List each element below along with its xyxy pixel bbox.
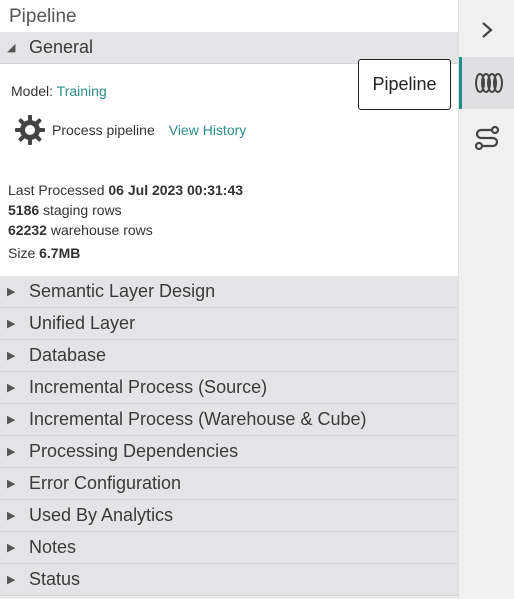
model-label: Model: [11, 83, 54, 99]
caret-right-icon: ▶ [7, 382, 16, 394]
section-header[interactable]: ▶ Used By Analytics [0, 500, 458, 532]
last-processed-value: 06 Jul 2023 00:31:43 [108, 182, 244, 198]
warehouse-count: 62232 [8, 222, 47, 238]
staging-rows-line: 5186 staging rows [8, 200, 243, 220]
section-label: Semantic Layer Design [29, 281, 216, 301]
collapsed-sections: ▶ Semantic Layer Design ▶ Unified Layer ▶ D… [0, 276, 458, 596]
section-header[interactable]: ▶ Processing Dependencies [0, 436, 458, 468]
staging-label: staging rows [43, 202, 122, 218]
section-header[interactable]: ▶ Incremental Process (Warehouse & Cube) [0, 404, 458, 436]
caret-right-icon: ▶ [7, 414, 16, 426]
warehouse-label: warehouse rows [50, 222, 153, 238]
section-header[interactable]: ▶ Semantic Layer Design [0, 276, 458, 308]
section-label: Unified Layer [29, 313, 136, 333]
section-header[interactable]: ▶ Error Configuration [0, 468, 458, 500]
section-label: Database [29, 345, 107, 365]
section-header[interactable]: ▶ Notes [0, 532, 458, 564]
section-label: Incremental Process (Warehouse & Cube) [29, 409, 367, 429]
section-label: General [29, 37, 94, 57]
section-label: Used By Analytics [29, 505, 174, 525]
panel-title: Pipeline [0, 0, 458, 32]
flow-icon [474, 125, 500, 151]
section-label: Status [29, 569, 81, 589]
caret-right-icon: ▶ [7, 478, 16, 490]
pipeline-tooltip: Pipeline [358, 59, 451, 110]
right-sidebar [458, 0, 514, 599]
process-line: Process pipeline View History [14, 114, 246, 146]
size-value: 6.7MB [39, 245, 81, 261]
caret-down-icon: ◢ [7, 42, 16, 54]
section-label: Error Configuration [29, 473, 182, 493]
chevron-right-icon [482, 22, 493, 38]
section-label: Incremental Process (Source) [29, 377, 268, 397]
gear-icon[interactable] [14, 114, 46, 146]
section-label: Processing Dependencies [29, 441, 239, 461]
warehouse-rows-line: 62232 warehouse rows [8, 220, 243, 240]
last-processed-line: Last Processed 06 Jul 2023 00:31:43 [8, 180, 243, 200]
section-header[interactable]: ▶ Status [0, 564, 458, 596]
staging-count: 5186 [8, 202, 40, 218]
section-header[interactable]: ▶ Database [0, 340, 458, 372]
model-link[interactable]: Training [57, 83, 107, 99]
caret-right-icon: ▶ [7, 510, 16, 522]
caret-right-icon: ▶ [7, 286, 16, 298]
view-history-link[interactable]: View History [169, 122, 247, 138]
caret-right-icon: ▶ [7, 350, 16, 362]
caret-right-icon: ▶ [7, 446, 16, 458]
section-header[interactable]: ▶ Incremental Process (Source) [0, 372, 458, 404]
caret-right-icon: ▶ [7, 318, 16, 330]
caret-right-icon: ▶ [7, 574, 16, 586]
process-pipeline-label[interactable]: Process pipeline [52, 122, 155, 138]
pipeline-icon [474, 73, 503, 93]
section-label: Notes [29, 537, 77, 557]
pipeline-stats: Last Processed 06 Jul 2023 00:31:43 5186… [8, 180, 243, 263]
collapse-button[interactable] [459, 4, 514, 56]
model-line: Model: Training [11, 83, 107, 99]
pipeline-tab-button[interactable] [459, 57, 514, 109]
flow-tab-button[interactable] [459, 112, 514, 164]
last-processed-label: Last Processed [8, 182, 105, 198]
size-line: Size 6.7MB [8, 243, 243, 263]
caret-right-icon: ▶ [7, 542, 16, 554]
section-header[interactable]: ▶ Unified Layer [0, 308, 458, 340]
size-label: Size [8, 245, 36, 261]
